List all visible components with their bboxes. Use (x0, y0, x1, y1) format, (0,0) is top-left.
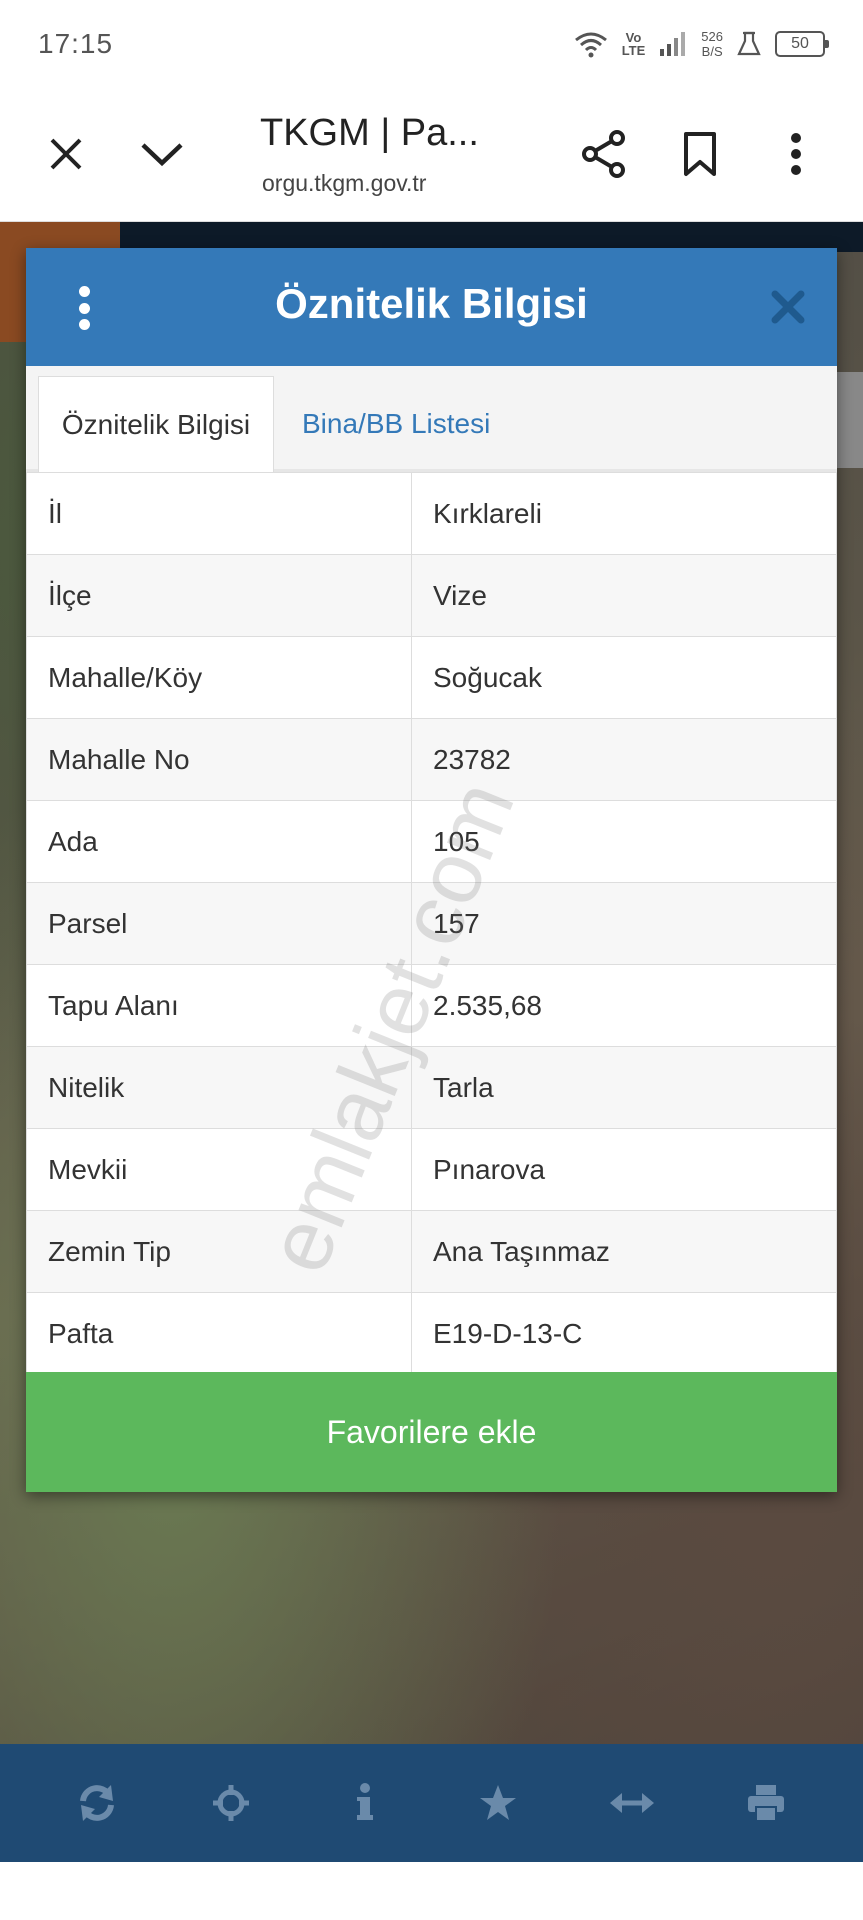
system-nav-strip (0, 1862, 863, 1920)
print-icon (748, 1785, 785, 1822)
table-row: Mahalle No 23782 (26, 718, 837, 801)
browser-toolbar: TKGM | Pa... orgu.tkgm.gov.tr (0, 88, 863, 222)
attribute-value: Pınarova (411, 1128, 837, 1211)
attribute-key: Nitelik (26, 1046, 412, 1129)
attribute-value: 105 (411, 800, 837, 883)
refresh-icon (79, 1785, 114, 1821)
attribute-key: Mahalle No (26, 718, 412, 801)
table-row: Parsel 157 (26, 882, 837, 965)
attribute-key: Ada (26, 800, 412, 883)
modal-title: Öznitelik Bilgisi (275, 280, 588, 327)
more-vert-icon (791, 133, 801, 175)
favorites-button[interactable] (462, 1767, 534, 1839)
attribute-value: Tarla (411, 1046, 837, 1129)
volte-indicator: Vo LTE (621, 30, 646, 58)
tab-building-list[interactable]: Bina/BB Listesi (280, 376, 512, 472)
battery-icon: 50 (775, 31, 829, 57)
share-button[interactable] (572, 122, 636, 186)
page-title[interactable]: TKGM | Pa... (260, 112, 479, 155)
share-icon (582, 130, 625, 178)
table-row: Zemin Tip Ana Taşınmaz (26, 1210, 837, 1293)
bookmark-button[interactable] (668, 122, 732, 186)
attribute-value: Ana Taşınmaz (411, 1210, 837, 1293)
close-button[interactable] (34, 122, 98, 186)
attribute-value: 157 (411, 882, 837, 965)
modal-tabs: Öznitelik Bilgisi Bina/BB Listesi (26, 366, 837, 472)
attribute-value: Soğucak (411, 636, 837, 719)
attribute-key: Zemin Tip (26, 1210, 412, 1293)
attribute-key: İl (26, 472, 412, 555)
status-time: 17:15 (38, 28, 114, 59)
attribute-key: Mahalle/Köy (26, 636, 412, 719)
more-options-button[interactable] (764, 122, 828, 186)
wifi-icon (574, 32, 607, 58)
network-speed: 526 B/S (701, 29, 723, 59)
signal-icon (660, 32, 686, 56)
table-row: Nitelik Tarla (26, 1046, 837, 1129)
table-row: Tapu Alanı 2.535,68 (26, 964, 837, 1047)
measure-button[interactable] (596, 1767, 668, 1839)
close-icon (50, 138, 82, 170)
attribute-key: Parsel (26, 882, 412, 965)
refresh-button[interactable] (61, 1767, 133, 1839)
table-row: Mevkii Pınarova (26, 1128, 837, 1211)
crosshair-icon (212, 1785, 249, 1821)
table-row: Pafta E19-D-13-C (26, 1292, 837, 1375)
table-row: Ada 105 (26, 800, 837, 883)
locate-button[interactable] (195, 1767, 267, 1839)
attribute-table: İl Kırklareli İlçe Vize Mahalle/Köy Soğucak Ma… (26, 472, 837, 1375)
print-button[interactable] (730, 1767, 802, 1839)
attribute-value: Vize (411, 554, 837, 637)
status-icons: Vo LTE 526 B/S 50 (574, 24, 829, 64)
chevron-down-icon (141, 143, 183, 167)
add-favorite-button[interactable]: Favorilere ekle (26, 1372, 837, 1492)
expand-button[interactable] (130, 122, 194, 186)
page-url[interactable]: orgu.tkgm.gov.tr (262, 170, 426, 197)
table-row: Mahalle/Köy Soğucak (26, 636, 837, 719)
attribute-value: 23782 (411, 718, 837, 801)
attribute-value: 2.535,68 (411, 964, 837, 1047)
close-icon[interactable] (767, 286, 809, 328)
attribute-key: Mevkii (26, 1128, 412, 1211)
tab-attribute-info[interactable]: Öznitelik Bilgisi (38, 376, 274, 472)
bottom-toolbar (0, 1744, 863, 1862)
status-bar: 17:15 Vo LTE 526 B/S 50 (0, 0, 863, 88)
lab-icon (737, 31, 761, 56)
attribute-value: Kırklareli (411, 472, 837, 555)
arrows-horizontal-icon (610, 1793, 655, 1813)
modal-header: Öznitelik Bilgisi (26, 248, 837, 366)
attribute-key: İlçe (26, 554, 412, 637)
table-row: İlçe Vize (26, 554, 837, 637)
battery-level: 50 (791, 35, 809, 52)
attribute-modal: Öznitelik Bilgisi Öznitelik Bilgisi Bina… (26, 248, 837, 1492)
attribute-key: Pafta (26, 1292, 412, 1375)
info-button[interactable] (329, 1767, 401, 1839)
bookmark-icon (684, 132, 716, 176)
star-icon (480, 1785, 517, 1820)
attribute-key: Tapu Alanı (26, 964, 412, 1047)
table-row: İl Kırklareli (26, 472, 837, 555)
attribute-value: E19-D-13-C (411, 1292, 837, 1375)
map-scrollbar[interactable] (837, 372, 863, 468)
info-icon (356, 1783, 373, 1820)
